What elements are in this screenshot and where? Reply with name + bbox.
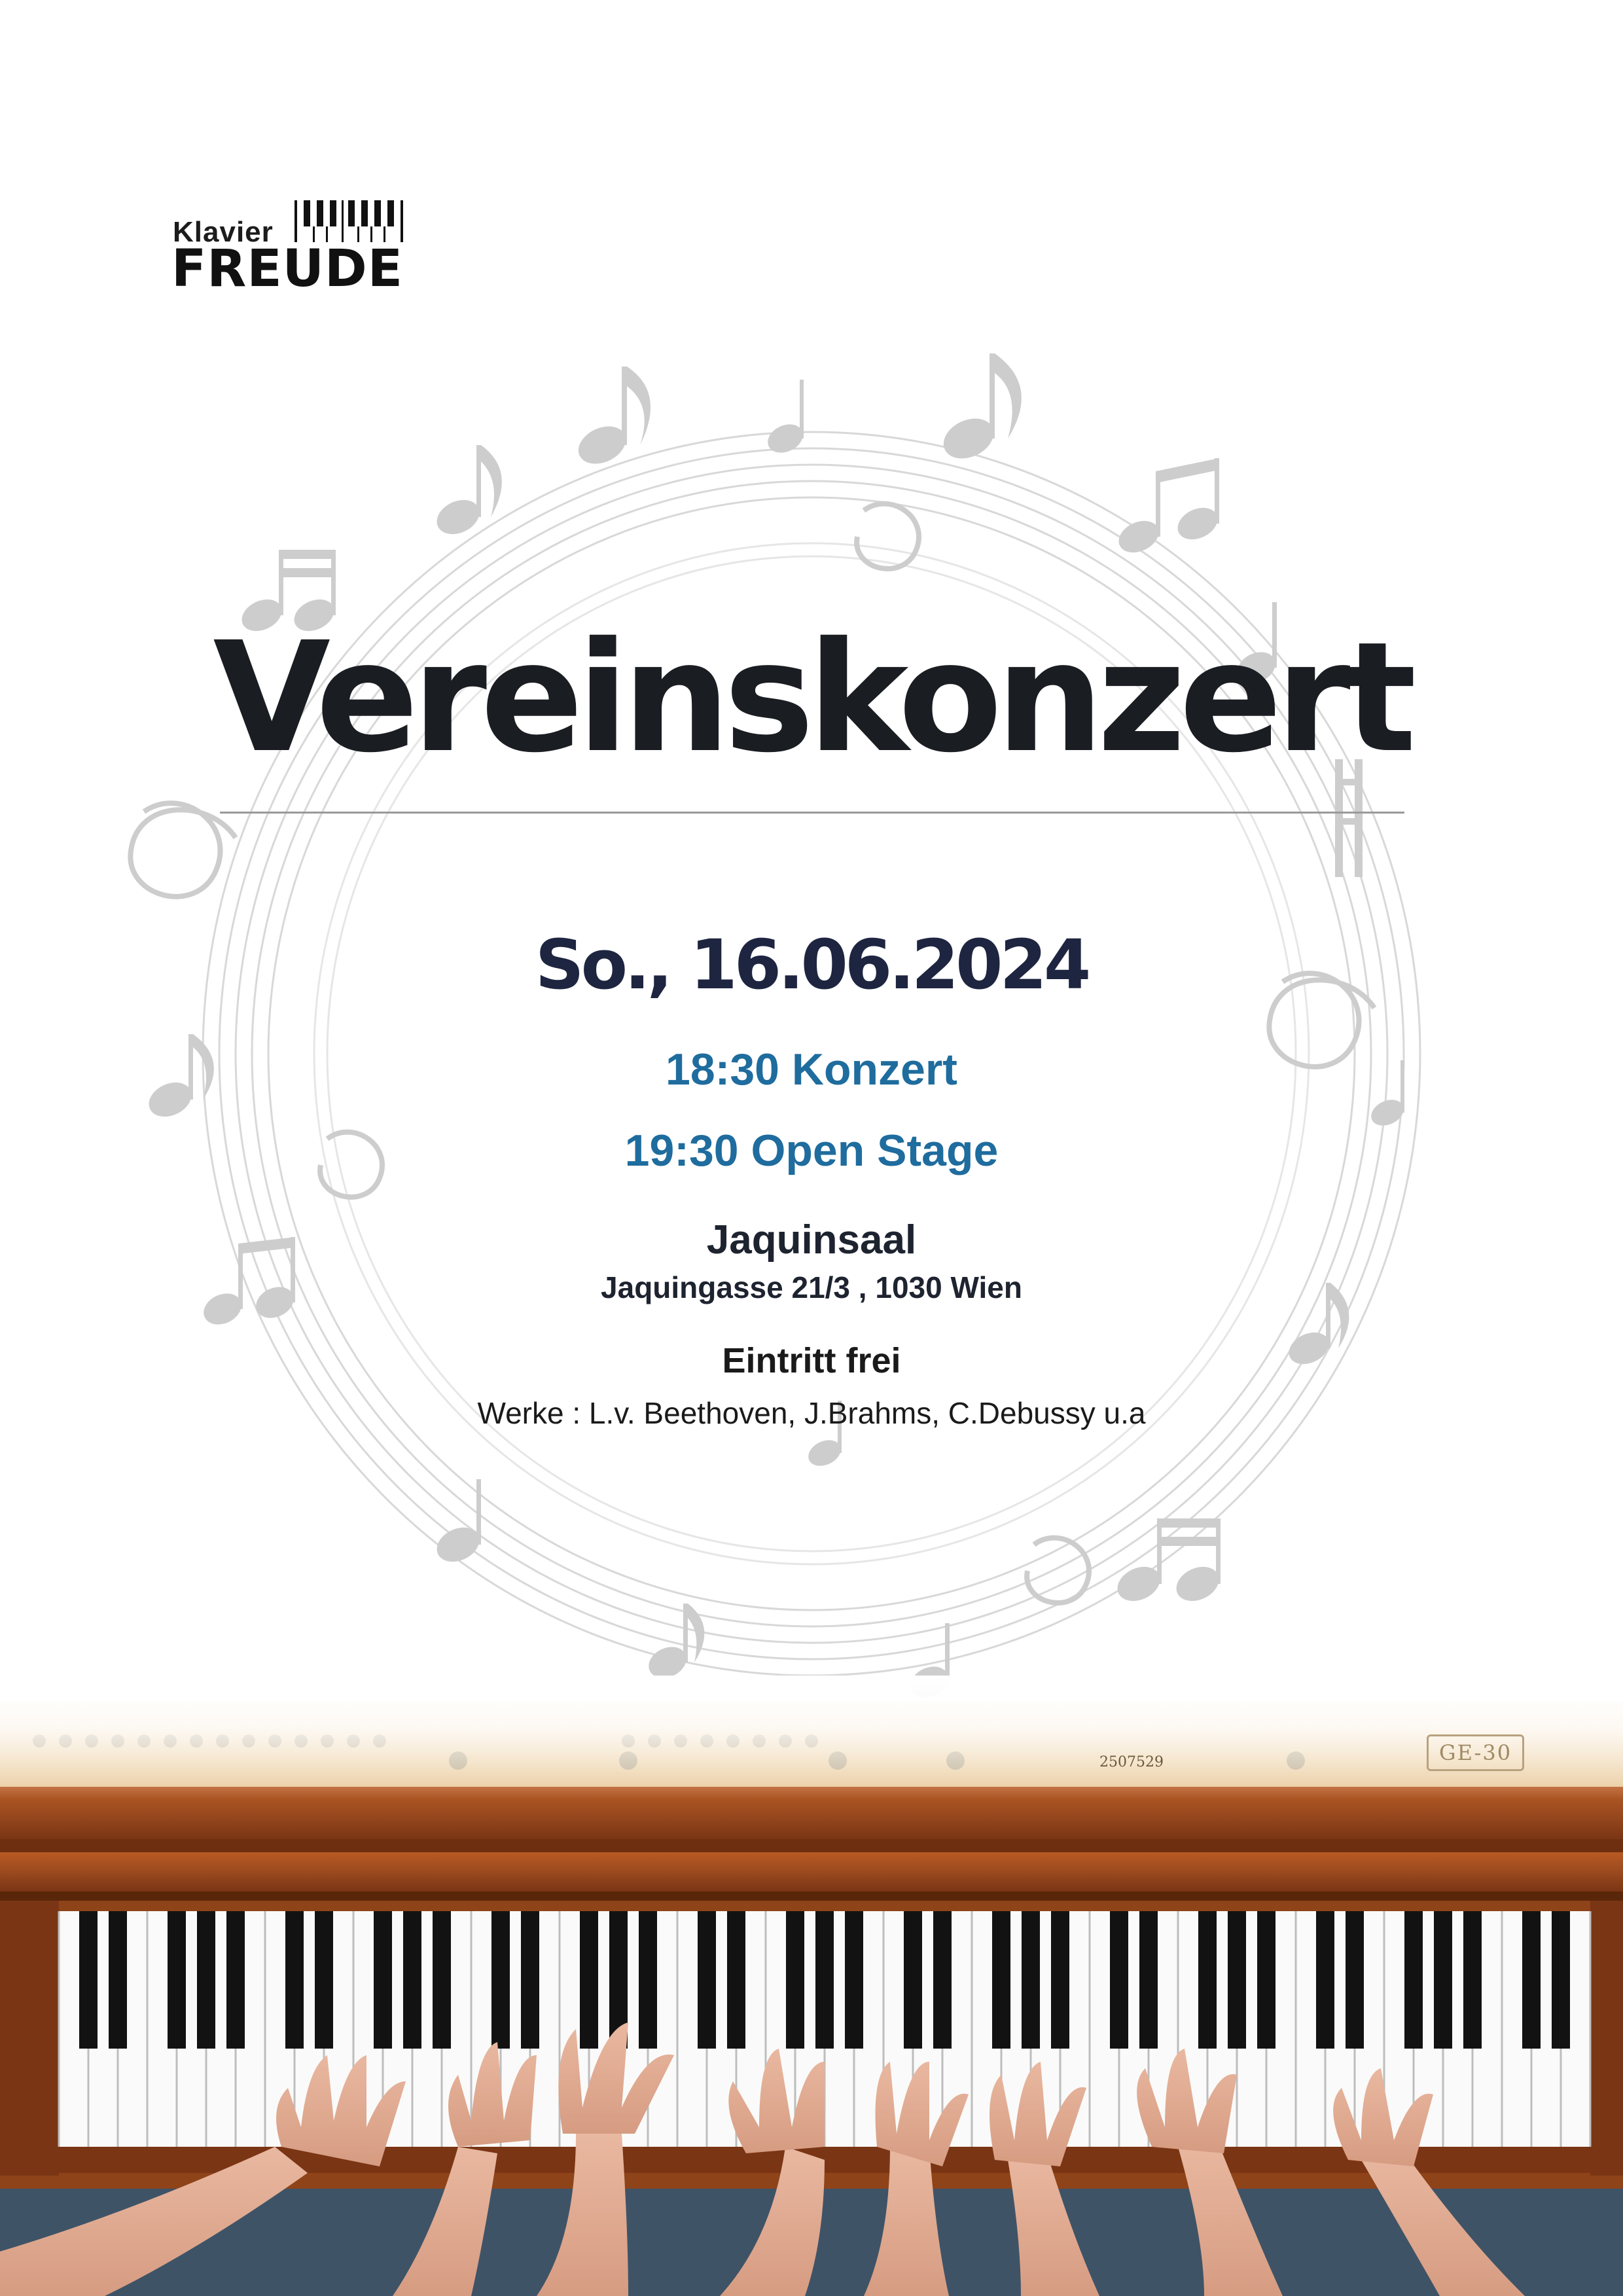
piano-photo-fade: [0, 1676, 1623, 1800]
black-key: [1198, 1911, 1217, 2049]
black-key: [845, 1911, 863, 2049]
black-key: [1463, 1911, 1482, 2049]
works-list: Werke : L.v. Beethoven, J.Brahms, C.Debu…: [477, 1396, 1146, 1430]
black-key: [168, 1911, 186, 2049]
black-key: [197, 1911, 215, 2049]
black-key: [433, 1911, 451, 2049]
piano-serial-number: 2507529: [1099, 1754, 1164, 1770]
black-key: [639, 1911, 657, 2049]
black-key: [904, 1911, 922, 2049]
black-key: [698, 1911, 716, 2049]
page-title: Vereinskonzert: [213, 609, 1416, 786]
title-divider: [220, 812, 1404, 814]
black-key: [226, 1911, 245, 2049]
black-key: [1051, 1911, 1069, 2049]
black-key: [933, 1911, 952, 2049]
black-key: [79, 1911, 98, 2049]
black-key: [1257, 1911, 1275, 2049]
black-key: [1228, 1911, 1246, 2049]
black-key: [580, 1911, 598, 2049]
logo-word-freude: FREUDE: [171, 240, 403, 298]
black-key: [1552, 1911, 1570, 2049]
piano-keys-icon: [294, 200, 403, 242]
black-key: [1434, 1911, 1452, 2049]
black-key: [1022, 1911, 1040, 2049]
black-key: [992, 1911, 1010, 2049]
black-key: [786, 1911, 804, 2049]
black-key: [374, 1911, 392, 2049]
black-key: [1139, 1911, 1158, 2049]
black-key: [1110, 1911, 1128, 2049]
klavierfreude-logo: Klavier FREUDE: [171, 196, 407, 301]
black-key: [403, 1911, 421, 2049]
black-key: [1522, 1911, 1541, 2049]
black-key: [727, 1911, 745, 2049]
time-open-stage: 19:30 Open Stage: [624, 1126, 999, 1175]
venue-address: Jaquingasse 21/3 , 1030 Wien: [601, 1270, 1022, 1304]
black-key: [1346, 1911, 1364, 2049]
black-key: [285, 1911, 304, 2049]
time-concert: 18:30 Konzert: [666, 1045, 957, 1094]
entry-info: Eintritt frei: [722, 1341, 901, 1380]
black-key: [815, 1911, 834, 2049]
black-key: [315, 1911, 333, 2049]
event-date: So., 16.06.2024: [535, 925, 1092, 1005]
black-key: [521, 1911, 539, 2049]
black-key: [109, 1911, 127, 2049]
black-key: [1404, 1911, 1423, 2049]
black-key: [491, 1911, 510, 2049]
black-key: [1316, 1911, 1334, 2049]
venue-name: Jaquinsaal: [706, 1217, 917, 1263]
piano-model-plate: GE-30: [1427, 1734, 1525, 1771]
